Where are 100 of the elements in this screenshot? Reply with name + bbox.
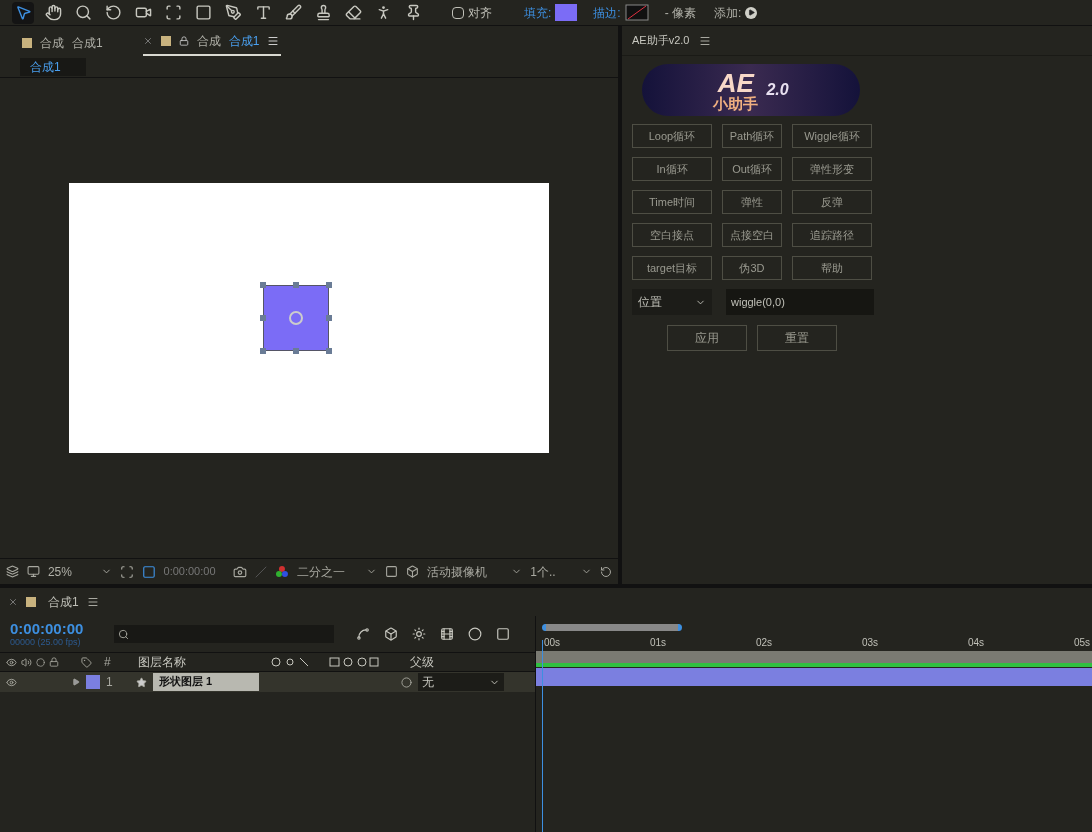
pointer-icon (14, 4, 32, 21)
search-icon (74, 4, 92, 21)
camera-dropdown[interactable]: 活动摄像机 (426, 562, 523, 581)
speaker-icon[interactable] (21, 656, 32, 668)
search-icon (118, 628, 129, 640)
pointer-tool[interactable] (12, 1, 34, 24)
views-dropdown[interactable]: 1个.. (530, 562, 593, 581)
stroke-width-value: - 像素 (664, 4, 697, 22)
layer-name[interactable]: 形状图层 1 (153, 673, 259, 691)
helper-button[interactable]: Out循环 (722, 157, 782, 181)
fill-label: 填充: (524, 4, 552, 22)
layers-icon[interactable] (6, 565, 19, 578)
current-time[interactable]: 0:00:00:00 (10, 621, 100, 636)
expression-field[interactable]: wiggle(0,0) (726, 289, 874, 315)
ruler-label: 02s (756, 636, 774, 650)
rotate-icon (104, 4, 122, 21)
stamp-icon (314, 4, 332, 21)
solo-icon[interactable] (36, 657, 45, 667)
monitor-icon[interactable] (26, 565, 40, 578)
square-icon[interactable] (384, 565, 398, 578)
helper-button[interactable]: Wiggle循环 (792, 124, 872, 148)
eye-icon[interactable] (6, 676, 17, 688)
menu-icon[interactable] (86, 596, 99, 608)
column-header: 父级 (410, 654, 434, 671)
action-button[interactable]: 应用 (667, 325, 747, 351)
star-icon (136, 676, 147, 688)
no-stroke-swatch[interactable] (624, 4, 649, 21)
property-dropdown[interactable]: 位置 (632, 289, 712, 315)
brush-icon (284, 4, 302, 21)
handle-icon[interactable] (326, 315, 332, 321)
helper-button[interactable]: 弹性形变 (792, 157, 872, 181)
tab-prefix: 合成 (196, 33, 221, 50)
color-label-icon (160, 36, 171, 46)
reset-icon[interactable] (600, 565, 612, 578)
align-label: 对齐 (468, 4, 492, 22)
tab-name: 合成1 (72, 35, 103, 52)
padlock-icon[interactable] (49, 657, 59, 667)
helper-button[interactable]: 弹性 (722, 190, 782, 214)
frame-info: 00000 (25.00 fps) (10, 638, 82, 647)
version-text: 2.0 (766, 80, 789, 100)
close-icon[interactable] (8, 597, 18, 607)
action-button[interactable]: 重置 (757, 325, 837, 351)
add-label: 添加: (714, 4, 742, 22)
resolution-dropdown[interactable]: 二分之一 (297, 562, 377, 581)
helper-button[interactable]: 伪3D (722, 256, 782, 280)
pen-icon (224, 4, 242, 21)
fill-swatch[interactable] (555, 4, 578, 21)
layer-number: 1 (106, 674, 114, 691)
scan-icon (164, 4, 182, 21)
camera-icon[interactable] (233, 564, 248, 579)
zoom-dropdown[interactable]: 25% (47, 562, 112, 581)
ruler-label: 05s (1074, 636, 1092, 650)
padlock-icon[interactable] (178, 36, 189, 46)
handle-icon[interactable] (326, 282, 332, 288)
helper-button[interactable]: Path循环 (722, 124, 782, 148)
color-label-icon (22, 38, 32, 48)
helper-button[interactable]: 追踪路径 (792, 223, 872, 247)
handle-icon[interactable] (293, 282, 299, 288)
square-icon (194, 4, 212, 21)
helper-button[interactable]: 点接空白 (722, 223, 782, 247)
helper-button[interactable]: 反弹 (792, 190, 872, 214)
timecode-display[interactable]: 0:00:00:00 (163, 563, 226, 580)
composition-tab[interactable]: 合成 合成1 (142, 32, 282, 56)
parent-dropdown[interactable]: 无 (418, 673, 504, 691)
eye-icon[interactable] (6, 656, 17, 668)
close-icon[interactable] (142, 36, 153, 46)
composition-tab[interactable]: 合成 合成1 (22, 34, 105, 56)
expand-icon[interactable] (72, 678, 80, 686)
rgb-channels-icon[interactable] (275, 564, 290, 579)
tab-prefix: 合成 (40, 35, 64, 52)
mask-outline-icon[interactable] (141, 564, 156, 579)
layer-row[interactable]: 1 形状图层 1 无 (0, 672, 535, 692)
breadcrumb-tab[interactable]: 合成1 (20, 57, 86, 76)
handle-icon[interactable] (260, 282, 266, 288)
search-field[interactable] (114, 625, 334, 643)
menu-icon[interactable] (267, 35, 280, 47)
helper-button[interactable]: In循环 (632, 157, 712, 181)
layer-color-swatch[interactable] (86, 675, 100, 689)
tag-icon[interactable] (81, 656, 92, 668)
handle-icon[interactable] (293, 348, 299, 354)
text-icon (254, 4, 272, 21)
timeline-tab[interactable]: 合成1 (48, 593, 79, 611)
cube-icon[interactable] (384, 627, 398, 641)
handle-icon[interactable] (260, 348, 266, 354)
helper-button[interactable]: Loop循环 (632, 124, 712, 148)
helper-button[interactable]: 帮助 (792, 256, 872, 280)
menu-icon[interactable] (699, 34, 712, 47)
work-area-track[interactable] (536, 651, 1092, 667)
handle-icon[interactable] (326, 348, 332, 354)
helper-button[interactable]: target目标 (632, 256, 712, 280)
tab-name: 合成1 (228, 33, 260, 50)
ruler-label: 04s (968, 636, 986, 650)
logo-title: AE (717, 69, 754, 96)
helper-button[interactable]: 空白接点 (632, 223, 712, 247)
helper-button[interactable]: Time时间 (632, 190, 712, 214)
handle-icon[interactable] (260, 315, 266, 321)
stroke-label: 描边: (593, 4, 621, 22)
ruler-label: 01s (650, 636, 668, 650)
frames-icon[interactable] (440, 627, 454, 641)
align-checkbox[interactable] (452, 6, 464, 19)
